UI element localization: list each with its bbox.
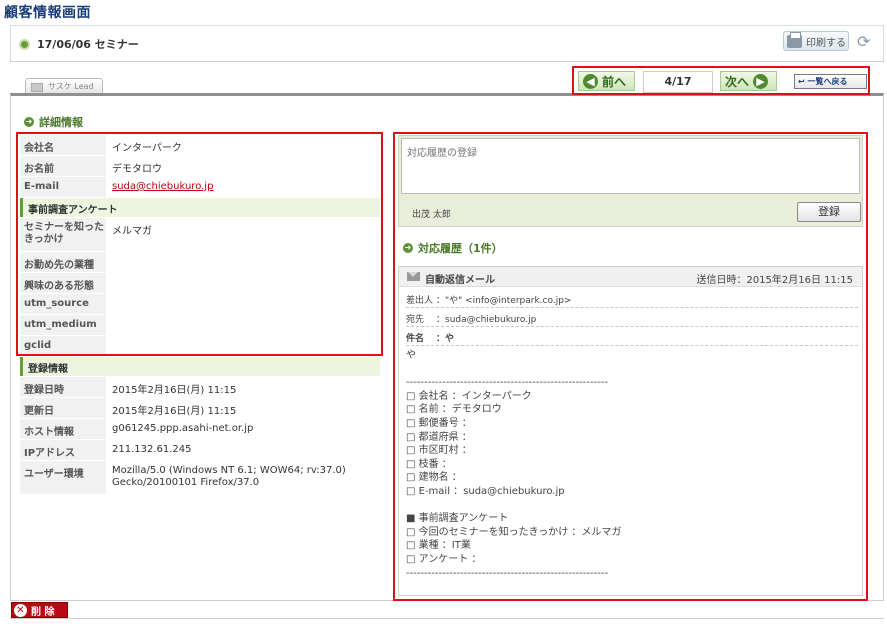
field-label: 登録日時 — [20, 377, 106, 397]
circle-arrow-icon: ➜ — [24, 117, 34, 127]
mail-from-value: ："や" <info@interpark.co.jp> — [436, 296, 572, 306]
footer-divider — [10, 618, 884, 619]
history-heading: ➜ 対応履歴（1件） — [403, 240, 503, 256]
field-row-ip: IPアドレス 211.132.61.245 — [20, 440, 380, 461]
back-label: 一覧へ戻る — [807, 77, 848, 86]
tab-label: サスケ Lead — [48, 82, 94, 91]
mail-subject-label: 件名 — [406, 334, 425, 344]
arrow-right-icon: ▶ — [753, 73, 769, 89]
record-navigation: ◀ 前へ 4/17 次へ ▶ ↩ 一覧へ戻る — [572, 66, 870, 95]
field-value: 2015年2月16日(月) 11:15 — [112, 406, 237, 417]
refresh-icon[interactable]: ⟳ — [857, 32, 870, 51]
header-divider — [10, 61, 884, 62]
field-row-host: ホスト情報 g061245.ppp.asahi-net.or.jp — [20, 419, 380, 440]
field-value: Mozilla/5.0 (Windows NT 6.1; WOW64; rv:3… — [112, 465, 346, 488]
next-button[interactable]: 次へ ▶ — [720, 71, 777, 91]
prev-button[interactable]: ◀ 前へ — [578, 71, 635, 91]
details-heading: ➜ 詳細情報 — [24, 114, 83, 130]
mail-subject: 件名 ：や — [406, 328, 858, 346]
back-to-list-button[interactable]: ↩ 一覧へ戻る — [794, 74, 867, 89]
field-label: IPアドレス — [20, 440, 106, 460]
field-label: 更新日 — [20, 398, 106, 418]
details-heading-label: 詳細情報 — [39, 116, 83, 129]
field-row-updated-at: 更新日 2015年2月16日(月) 11:15 — [20, 398, 380, 419]
close-circle-icon: ✕ — [14, 603, 27, 617]
print-label: 印刷する — [806, 37, 846, 49]
field-label: ユーザー環境 — [20, 461, 106, 494]
mail-to-value: ：suda@chiebukuro.jp — [436, 315, 537, 325]
circle-arrow-icon: ➜ — [403, 243, 413, 253]
history-form: 出茂 太郎 登録 — [398, 135, 863, 227]
mail-to: 宛先 ：suda@chiebukuro.jp — [406, 309, 858, 327]
printer-icon — [787, 31, 802, 48]
register-button[interactable]: 登録 — [797, 202, 861, 222]
print-button[interactable]: 印刷する — [783, 31, 849, 51]
field-row-user-agent: ユーザー環境 Mozilla/5.0 (Windows NT 6.1; WOW6… — [20, 461, 380, 495]
mail-entry: 自動返信メール 送信日時：2015年2月16日 11:15 差出人 ："や" <i… — [398, 266, 863, 596]
event-header: 17/06/06 セミナー 印刷する ⟳ — [10, 25, 884, 62]
status-circle-icon — [19, 39, 30, 50]
page-indicator: 4/17 — [643, 71, 713, 93]
envelope-icon — [407, 272, 420, 281]
field-label: ホスト情報 — [20, 419, 106, 439]
mail-body: や --------------------------------------… — [406, 350, 622, 579]
history-textarea[interactable] — [401, 138, 860, 194]
staff-name: 出茂 太郎 — [412, 210, 451, 220]
delete-button[interactable]: ✕ 削 除 — [11, 602, 68, 618]
event-title: 17/06/06 セミナー — [37, 38, 139, 51]
mail-subject-value: ：や — [436, 334, 455, 344]
registration-group-heading: 登録情報 — [20, 357, 380, 376]
mail-from-label: 差出人 — [406, 296, 434, 306]
mail-sent-at: 送信日時：2015年2月16日 11:15 — [696, 275, 853, 286]
prev-label: 前へ — [602, 74, 627, 89]
next-label: 次へ — [725, 74, 750, 89]
mail-from: 差出人 ："や" <info@interpark.co.jp> — [406, 290, 858, 308]
field-value: 2015年2月16日(月) 11:15 — [112, 385, 237, 396]
return-icon: ↩ — [798, 77, 805, 86]
history-heading-label: 対応履歴（1件） — [418, 242, 503, 255]
field-value: 211.132.61.245 — [112, 444, 192, 455]
field-value: g061245.ppp.asahi-net.or.jp — [112, 423, 254, 434]
delete-label: 削 除 — [31, 606, 55, 618]
tab-sasuke-lead[interactable]: サスケ Lead — [25, 78, 103, 94]
field-row-registered-at: 登録日時 2015年2月16日(月) 11:15 — [20, 377, 380, 398]
mail-type: 自動返信メール — [425, 275, 495, 286]
details-highlight — [16, 132, 383, 356]
page-title: 顧客情報画面 — [4, 5, 91, 21]
mail-to-label: 宛先 — [406, 315, 425, 325]
tab-icon — [31, 83, 43, 92]
mail-header: 自動返信メール 送信日時：2015年2月16日 11:15 — [399, 267, 862, 287]
arrow-left-icon: ◀ — [583, 73, 598, 89]
